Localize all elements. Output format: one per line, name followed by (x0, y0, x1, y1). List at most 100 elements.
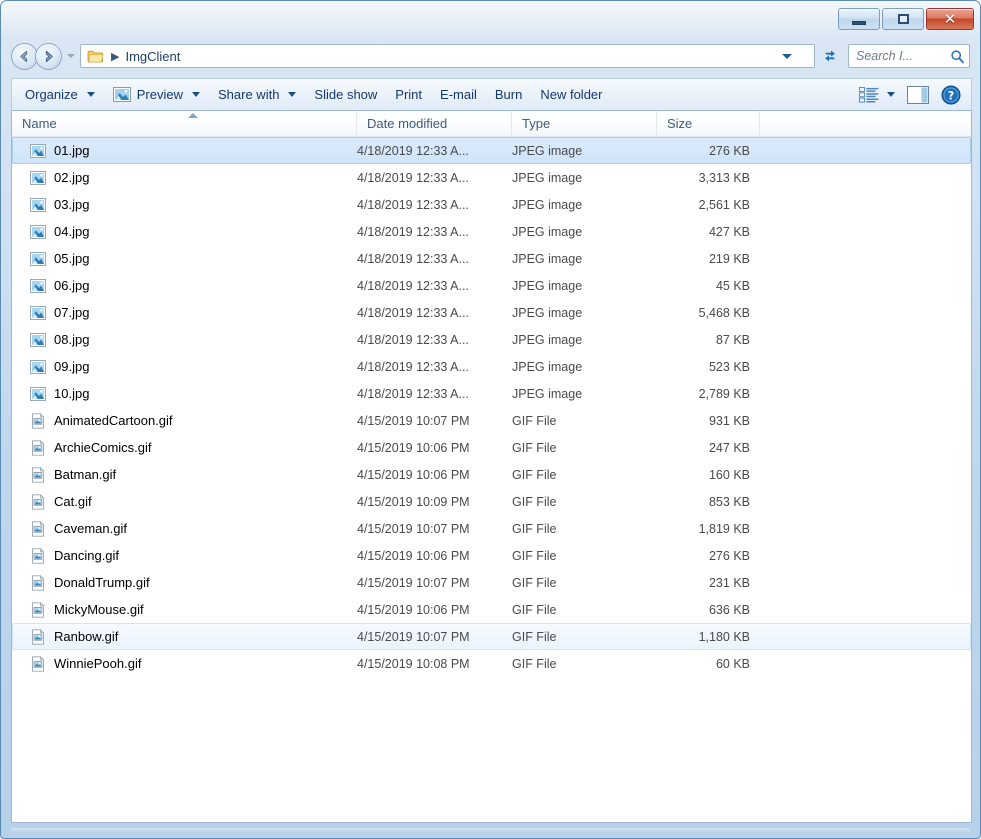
file-name-cell[interactable]: 01.jpg (13, 143, 357, 159)
file-name-cell[interactable]: WinniePooh.gif (13, 655, 357, 672)
file-name-cell[interactable]: 03.jpg (13, 197, 357, 213)
window-bottom-strip (11, 828, 970, 832)
title-bar: ✕ (1, 1, 980, 35)
file-date-cell: 4/15/2019 10:07 PM (357, 521, 470, 536)
toolbar-item-slide-show[interactable]: Slide show (305, 81, 386, 108)
chevron-down-icon (86, 92, 95, 97)
file-name-cell[interactable]: Batman.gif (13, 466, 357, 483)
table-row[interactable]: 09.jpg 4/18/2019 12:33 A... JPEG image 523 … (12, 353, 971, 380)
toolbar-item-organize[interactable]: Organize (16, 81, 104, 108)
gif-file-icon (32, 520, 45, 537)
table-row[interactable]: Caveman.gif 4/15/2019 10:07 PM GIF File 1,8… (12, 515, 971, 542)
file-date-cell: 4/18/2019 12:33 A... (357, 305, 469, 320)
file-name-label: 02.jpg (54, 170, 90, 185)
table-row[interactable]: Cat.gif 4/15/2019 10:09 PM GIF File 853 KB (12, 488, 971, 515)
table-row[interactable]: DonaldTrump.gif 4/15/2019 10:07 PM GIF Fil… (12, 569, 971, 596)
column-header-type[interactable]: Type (512, 111, 657, 136)
file-name-cell[interactable]: ArchieComics.gif (13, 439, 357, 456)
column-header-row: Name Date modified Type Size (12, 111, 971, 137)
back-button[interactable] (11, 42, 38, 70)
table-row[interactable]: 10.jpg 4/18/2019 12:33 A... JPEG image 2,78… (12, 380, 971, 407)
forward-button[interactable] (35, 42, 62, 70)
column-header-label: Size (667, 116, 693, 131)
toolbar-item-preview[interactable]: Preview (104, 81, 209, 108)
preview-pane-button[interactable] (901, 81, 935, 108)
table-row[interactable]: 02.jpg 4/18/2019 12:33 A... JPEG image 3,31… (12, 164, 971, 191)
file-name-label: Dancing.gif (54, 548, 120, 563)
file-name-label: 09.jpg (54, 359, 90, 374)
file-name-cell[interactable]: 07.jpg (13, 305, 357, 321)
table-row[interactable]: ArchieComics.gif 4/15/2019 10:06 PM GIF Fi… (12, 434, 971, 461)
help-icon: ? (941, 85, 961, 104)
file-name-cell[interactable]: MickyMouse.gif (13, 601, 357, 618)
recent-pages-button[interactable] (64, 54, 77, 58)
toolbar-label: E-mail (440, 87, 477, 102)
table-row[interactable]: AnimatedCartoon.gif 4/15/2019 10:07 PM GIF… (12, 407, 971, 434)
file-name-cell[interactable]: AnimatedCartoon.gif (13, 412, 357, 429)
file-name-cell[interactable]: Cat.gif (13, 493, 357, 510)
file-name-cell[interactable]: Ranbow.gif (13, 628, 357, 645)
address-dropdown-button[interactable] (782, 45, 792, 67)
table-row[interactable]: 07.jpg 4/18/2019 12:33 A... JPEG image 5,46… (12, 299, 971, 326)
file-name-cell[interactable]: 05.jpg (13, 251, 357, 267)
table-row[interactable]: Batman.gif 4/15/2019 10:06 PM GIF File 160 … (12, 461, 971, 488)
file-name-cell[interactable]: Caveman.gif (13, 520, 357, 537)
file-date-cell: 4/18/2019 12:33 A... (357, 386, 469, 401)
table-row[interactable]: 05.jpg 4/18/2019 12:33 A... JPEG image 219 … (12, 245, 971, 272)
search-input[interactable]: Search I... (848, 44, 970, 68)
preview-image-icon (112, 87, 131, 102)
file-name-label: Caveman.gif (54, 521, 127, 536)
close-button[interactable]: ✕ (926, 8, 974, 30)
table-row[interactable]: Dancing.gif 4/15/2019 10:06 PM GIF File 276… (12, 542, 971, 569)
file-type-cell: GIF File (512, 467, 557, 482)
refresh-icon (825, 50, 835, 62)
refresh-button[interactable] (818, 44, 842, 68)
file-list-view[interactable]: Name Date modified Type Size 01.jpg 4/18/… (11, 111, 972, 823)
file-type-cell: JPEG image (512, 170, 583, 185)
toolbar-item-burn[interactable]: Burn (486, 81, 531, 108)
gif-file-icon (32, 655, 45, 672)
table-row[interactable]: MickyMouse.gif 4/15/2019 10:06 PM GIF File… (12, 596, 971, 623)
minimize-button[interactable] (838, 8, 880, 30)
column-header-name[interactable]: Name (12, 111, 357, 136)
table-row[interactable]: WinniePooh.gif 4/15/2019 10:08 PM GIF File… (12, 650, 971, 677)
toolbar-item-new-folder[interactable]: New folder (531, 81, 611, 108)
gif-file-icon (32, 547, 45, 564)
table-row[interactable]: 08.jpg 4/18/2019 12:33 A... JPEG image 87 K… (12, 326, 971, 353)
file-size-cell: 160 KB (708, 467, 750, 482)
table-row[interactable]: 03.jpg 4/18/2019 12:33 A... JPEG image 2,56… (12, 191, 971, 218)
table-row[interactable]: 01.jpg 4/18/2019 12:33 A... JPEG image 276 … (12, 137, 971, 164)
toolbar-label: Burn (494, 87, 523, 102)
file-type-cell: GIF File (512, 575, 557, 590)
toolbar-item-email[interactable]: E-mail (431, 81, 486, 108)
file-name-cell[interactable]: DonaldTrump.gif (13, 574, 357, 591)
file-name-cell[interactable]: Dancing.gif (13, 547, 357, 564)
file-name-cell[interactable]: 09.jpg (13, 359, 357, 375)
list-view-icon (859, 86, 879, 103)
file-name-label: 10.jpg (54, 386, 90, 401)
table-row[interactable]: 04.jpg 4/18/2019 12:33 A... JPEG image 427 … (12, 218, 971, 245)
table-row[interactable]: Ranbow.gif 4/15/2019 10:07 PM GIF File 1,18… (12, 623, 971, 650)
file-name-cell[interactable]: 10.jpg (13, 386, 357, 402)
file-size-cell: 231 KB (708, 575, 750, 590)
breadcrumb[interactable]: ▶ ImgClient (80, 44, 815, 68)
column-header-date-modified[interactable]: Date modified (357, 111, 512, 136)
table-row[interactable]: 06.jpg 4/18/2019 12:33 A... JPEG image 45 K… (12, 272, 971, 299)
file-date-cell: 4/15/2019 10:07 PM (357, 575, 470, 590)
toolbar-item-print[interactable]: Print (386, 81, 431, 108)
breadcrumb-path: ImgClient (125, 48, 181, 64)
toolbar-label: Slide show (314, 87, 378, 102)
explorer-window: ✕ ▶ ImgClient Search I... Organize Previ… (0, 0, 981, 839)
column-header-size[interactable]: Size (657, 111, 760, 136)
toolbar-item-share-with[interactable]: Share with (209, 81, 305, 108)
maximize-button[interactable] (882, 8, 924, 30)
file-name-cell[interactable]: 04.jpg (13, 224, 357, 240)
gif-file-icon (32, 439, 45, 456)
help-button[interactable]: ? (935, 81, 967, 108)
change-view-button[interactable] (853, 81, 901, 108)
file-name-cell[interactable]: 06.jpg (13, 278, 357, 294)
jpeg-image-icon (30, 305, 46, 320)
file-date-cell: 4/18/2019 12:33 A... (357, 224, 469, 239)
file-name-cell[interactable]: 02.jpg (13, 170, 357, 186)
file-name-cell[interactable]: 08.jpg (13, 332, 357, 348)
